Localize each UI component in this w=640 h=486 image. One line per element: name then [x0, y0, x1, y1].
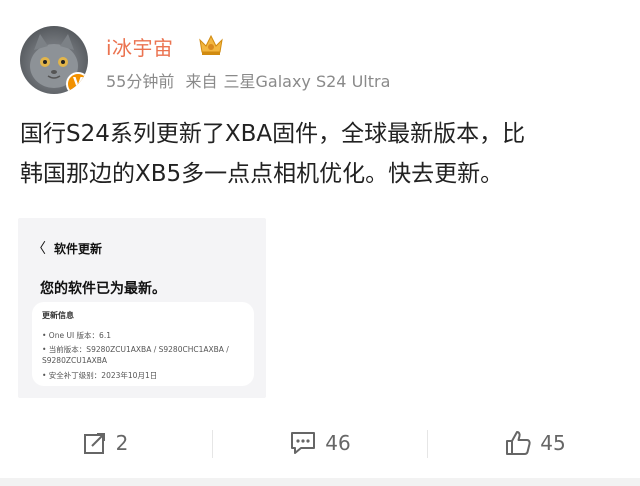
post-source-prefix: 来自: [185, 72, 218, 91]
back-arrow-icon: 〈: [32, 241, 46, 257]
update-info-line: S9280ZCU1AXBA: [42, 356, 108, 365]
action-divider: [427, 430, 428, 458]
update-info-line: • 当前版本：S9280ZCU1AXBA / S9280CHC1AXBA /: [42, 345, 229, 354]
like-button[interactable]: 45: [430, 414, 640, 472]
thumbs-up-icon: [506, 431, 531, 455]
verified-badge: V: [66, 72, 88, 94]
post-time: 55分钟前: [106, 72, 175, 91]
update-info-title: 更新信息: [42, 311, 74, 320]
comment-button[interactable]: 46: [215, 414, 425, 472]
comment-count: 46: [325, 431, 351, 455]
repost-button[interactable]: 2: [0, 414, 210, 472]
avatar[interactable]: V: [20, 26, 88, 94]
action-divider: [212, 430, 213, 458]
attached-screenshot[interactable]: 〈 软件更新 您的软件已为最新。 更新信息 • One UI 版本：6.1 • …: [18, 218, 266, 398]
update-info-line: • One UI 版本：6.1: [42, 331, 111, 340]
like-count: 45: [540, 431, 566, 455]
username[interactable]: i冰宇宙: [106, 32, 174, 61]
post-meta: 55分钟前 来自 三星Galaxy S24 Ultra: [106, 68, 396, 92]
post-text: 国行S24系列更新了XBA固件，全球最新版本，比 韩国那边的XB5多一点点相机优…: [20, 114, 620, 194]
post-text-line-2: 韩国那边的XB5多一点点相机优化。快去更新。: [20, 161, 504, 187]
comment-icon: [291, 432, 316, 454]
screenshot-title: 软件更新: [54, 242, 103, 256]
update-info-card: 更新信息 • One UI 版本：6.1 • 当前版本：S9280ZCU1AXB…: [32, 302, 254, 386]
post-text-line-1: 国行S24系列更新了XBA固件，全球最新版本，比: [20, 121, 526, 147]
repost-count: 2: [115, 431, 129, 455]
post-header: V i冰宇宙 55分钟前 来自 三星Galaxy S24 Ultra: [20, 26, 620, 98]
bottom-separator: [0, 478, 640, 486]
repost-icon: [83, 433, 105, 454]
post-source-device[interactable]: 三星Galaxy S24 Ultra: [223, 72, 390, 91]
action-bar: 2 46 45: [0, 414, 640, 472]
crown-badge-icon[interactable]: [198, 32, 224, 56]
update-info-line: • 安全补丁级别：2023年10月1日: [42, 371, 158, 380]
screenshot-status: 您的软件已为最新。: [40, 281, 166, 297]
